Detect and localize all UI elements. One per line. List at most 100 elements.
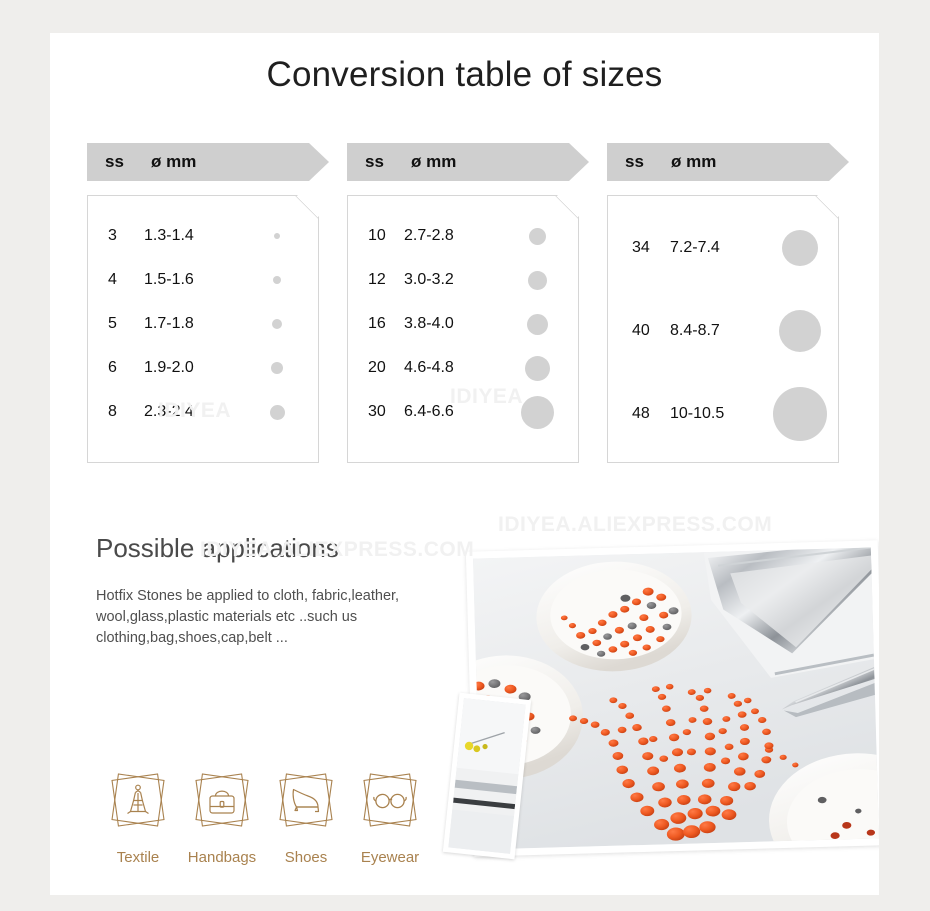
watermark: IDIYEA.ALIEXPRESS.COM [498, 513, 773, 536]
size-dot [272, 319, 282, 329]
conversion-column-1: ss ø mm 3 1.3-1.4 4 1.5-1.6 5 1.7-1.8 6 … [87, 143, 329, 463]
row-dot-cell [496, 356, 578, 381]
size-dot [779, 310, 821, 352]
row-dot-cell [762, 387, 838, 441]
row-mm: 1.3-1.4 [144, 227, 194, 244]
column-card: 3 1.3-1.4 4 1.5-1.6 5 1.7-1.8 6 1.9-2.0 … [87, 195, 319, 463]
table-row: 5 1.7-1.8 [88, 302, 318, 346]
high-heel-icon [270, 765, 342, 835]
row-ss: 8 [108, 403, 117, 420]
table-row: 16 3.8-4.0 [348, 302, 578, 346]
header-mm-label: ø mm [151, 152, 197, 171]
table-row: 4 1.5-1.6 [88, 258, 318, 302]
size-dot [529, 228, 546, 245]
row-dot-cell [762, 230, 838, 266]
row-dot-cell [236, 362, 318, 374]
application-label: Textile [116, 849, 160, 866]
application-label: Shoes [284, 849, 328, 866]
row-mm: 4.6-4.8 [404, 359, 454, 376]
size-dot [521, 396, 554, 429]
size-dot [271, 362, 283, 374]
header-ss-label: ss [365, 152, 384, 171]
row-mm: 1.5-1.6 [144, 271, 194, 288]
dress-icon [102, 765, 174, 835]
row-ss: 16 [368, 315, 386, 332]
row-dot-cell [236, 276, 318, 284]
conversion-column-3: ss ø mm 34 7.2-7.4 40 8.4-8.7 48 10-10.5 [607, 143, 849, 463]
table-row: 40 8.4-8.7 [608, 289, 838, 372]
conversion-column-2: ss ø mm 10 2.7-2.8 12 3.0-3.2 16 3.8-4.0… [347, 143, 589, 463]
row-mm: 3.8-4.0 [404, 315, 454, 332]
photo-area [442, 538, 879, 868]
row-ss: 30 [368, 403, 386, 420]
row-mm: 7.2-7.4 [670, 238, 720, 256]
row-ss: 10 [368, 227, 386, 244]
applications-title: Possible applications [96, 533, 339, 563]
row-dot-cell [236, 319, 318, 329]
table-row: 10 2.7-2.8 [348, 214, 578, 258]
conversion-tables: ss ø mm 3 1.3-1.4 4 1.5-1.6 5 1.7-1.8 6 … [50, 143, 879, 561]
row-dot-cell [496, 314, 578, 335]
main-product-photo [465, 540, 879, 857]
table-row: 6 1.9-2.0 [88, 346, 318, 390]
table-row: 48 10-10.5 [608, 372, 838, 455]
row-mm: 1.7-1.8 [144, 315, 194, 332]
row-dot-cell [496, 228, 578, 245]
column-header: ss ø mm [607, 143, 849, 181]
row-dot-cell [236, 233, 318, 239]
applications-section: Possible applications Hotfix Stones be a… [96, 533, 476, 866]
table-row: 12 3.0-3.2 [348, 258, 578, 302]
application-icons: Textile Handbags Shoes Eyewear [96, 765, 432, 866]
table-row: 34 7.2-7.4 [608, 206, 838, 289]
row-mm: 2.7-2.8 [404, 227, 454, 244]
row-mm: 1.9-2.0 [144, 359, 194, 376]
header-ss-label: ss [625, 152, 644, 171]
application-label: Handbags [187, 849, 257, 866]
size-dot [273, 276, 281, 284]
row-ss: 5 [108, 315, 117, 332]
table-row: 30 6.4-6.6 [348, 390, 578, 434]
size-dot [525, 356, 550, 381]
size-dot [773, 387, 827, 441]
application-item-handbags[interactable]: Handbags [180, 765, 264, 866]
row-dot-cell [496, 271, 578, 290]
row-ss: 20 [368, 359, 386, 376]
row-ss: 6 [108, 359, 117, 376]
row-dot-cell [762, 310, 838, 352]
column-card: 34 7.2-7.4 40 8.4-8.7 48 10-10.5 [607, 195, 839, 463]
row-ss: 48 [632, 404, 650, 422]
glasses-icon [354, 765, 426, 835]
row-mm: 2.3-2.4 [144, 403, 194, 420]
column-header: ss ø mm [347, 143, 589, 181]
row-mm: 8.4-8.7 [670, 321, 720, 339]
header-mm-label: ø mm [411, 152, 457, 171]
row-mm: 10-10.5 [670, 404, 725, 422]
row-dot-cell [236, 405, 318, 420]
header-mm-label: ø mm [671, 152, 717, 171]
header-ss-label: ss [105, 152, 124, 171]
application-item-shoes[interactable]: Shoes [264, 765, 348, 866]
size-dot [528, 271, 547, 290]
handbag-icon [186, 765, 258, 835]
row-ss: 4 [108, 271, 117, 288]
row-ss: 40 [632, 321, 650, 339]
table-row: 8 2.3-2.4 [88, 390, 318, 434]
application-label: Eyewear [360, 849, 420, 866]
applications-description: Hotfix Stones be applied to cloth, fabri… [96, 588, 400, 646]
size-dot [270, 405, 285, 420]
row-ss: 12 [368, 271, 386, 288]
content-panel: Conversion table of sizes ss ø mm 3 1.3-… [50, 33, 879, 895]
row-mm: 6.4-6.6 [404, 403, 454, 420]
column-header: ss ø mm [87, 143, 329, 181]
page-title: Conversion table of sizes [266, 55, 663, 94]
row-mm: 3.0-3.2 [404, 271, 454, 288]
size-dot [782, 230, 818, 266]
table-row: 3 1.3-1.4 [88, 214, 318, 258]
application-item-textile[interactable]: Textile [96, 765, 180, 866]
row-ss: 3 [108, 227, 117, 244]
application-item-eyewear[interactable]: Eyewear [348, 765, 432, 866]
row-dot-cell [496, 396, 578, 429]
row-ss: 34 [632, 238, 650, 256]
table-row: 20 4.6-4.8 [348, 346, 578, 390]
size-dot [527, 314, 548, 335]
